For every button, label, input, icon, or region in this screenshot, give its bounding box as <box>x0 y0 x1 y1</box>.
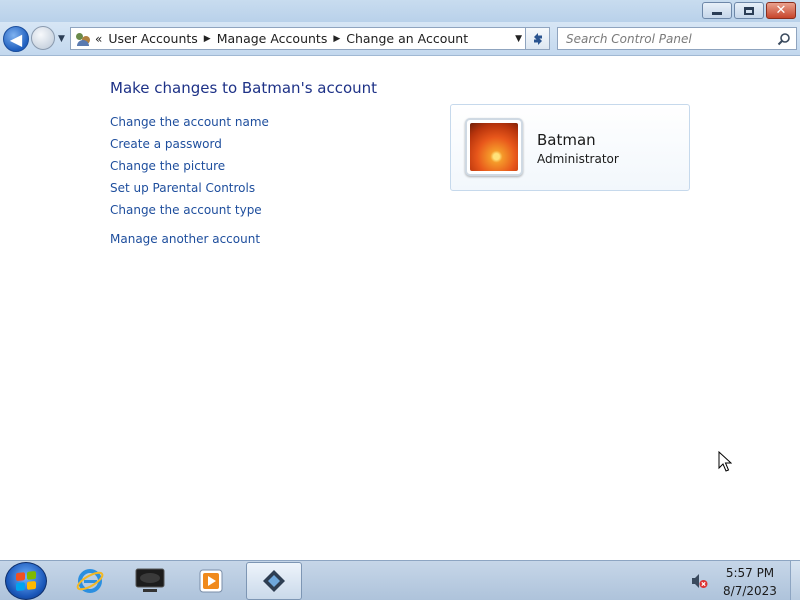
taskbar-internet-explorer[interactable] <box>62 562 118 600</box>
close-icon: ✕ <box>775 3 787 18</box>
change-account-type-link[interactable]: Change the account type <box>110 199 269 221</box>
account-name: Batman <box>537 131 596 149</box>
flower-picture-icon <box>470 123 518 171</box>
manage-another-account-link[interactable]: Manage another account <box>110 228 269 250</box>
internet-explorer-icon <box>76 569 104 593</box>
parental-controls-link[interactable]: Set up Parental Controls <box>110 177 269 199</box>
create-password-link[interactable]: Create a password <box>110 133 269 155</box>
recent-pages-button[interactable]: ▼ <box>58 34 65 44</box>
network-computer-icon <box>135 568 165 592</box>
taskbar-active-app[interactable] <box>246 562 302 600</box>
close-button[interactable]: ✕ <box>766 2 796 19</box>
navigation-bar: ◀ ▼ « User Accounts ▶ Manage Accounts ▶ … <box>0 22 800 56</box>
restore-icon <box>744 6 754 15</box>
forward-button[interactable] <box>31 26 55 50</box>
minimize-button[interactable] <box>702 2 732 19</box>
windows-logo-icon <box>16 570 36 592</box>
breadcrumb-separator-icon[interactable]: ▶ <box>204 34 211 44</box>
breadcrumb-overflow-button[interactable]: « <box>95 32 102 46</box>
breadcrumb-change-an-account[interactable]: Change an Account <box>346 31 468 46</box>
breadcrumb-user-accounts[interactable]: User Accounts <box>108 31 197 46</box>
content-pane: Make changes to Batman's account Change … <box>0 57 800 560</box>
change-account-name-link[interactable]: Change the account name <box>110 111 269 133</box>
breadcrumb-manage-accounts[interactable]: Manage Accounts <box>217 31 328 46</box>
account-tile: Batman Administrator <box>450 104 690 191</box>
clock-date[interactable]: 8/7/2023 <box>700 584 800 598</box>
address-bar[interactable]: « User Accounts ▶ Manage Accounts ▶ Chan… <box>70 27 526 50</box>
back-button[interactable]: ◀ <box>3 26 29 52</box>
account-picture <box>465 118 523 176</box>
taskbar-network-app[interactable] <box>122 562 178 600</box>
page-title: Make changes to Batman's account <box>110 79 378 97</box>
taskbar-media-player[interactable] <box>183 562 239 600</box>
window-title-bar: ✕ <box>0 0 800 22</box>
refresh-icon <box>533 32 542 45</box>
media-player-icon <box>199 569 223 593</box>
window-controls: ✕ <box>702 2 796 19</box>
task-list: Change the account name Create a passwor… <box>110 111 269 250</box>
search-icon[interactable] <box>777 32 791 46</box>
minimize-icon <box>712 11 722 15</box>
maximize-button[interactable] <box>734 2 764 19</box>
search-input[interactable] <box>566 31 771 46</box>
address-dropdown-icon[interactable]: ▼ <box>515 34 522 44</box>
user-accounts-icon <box>75 31 91 47</box>
start-button[interactable] <box>5 562 47 600</box>
back-arrow-icon: ◀ <box>9 29 23 49</box>
breadcrumb-separator-icon[interactable]: ▶ <box>333 34 340 44</box>
app-icon <box>263 570 285 592</box>
show-desktop-button[interactable] <box>790 561 800 600</box>
search-box[interactable] <box>557 27 797 50</box>
mouse-cursor-icon <box>718 451 732 472</box>
clock-time[interactable]: 5:57 PM <box>700 566 800 580</box>
taskbar: 5:57 PM 8/7/2023 <box>0 560 800 600</box>
account-type: Administrator <box>537 152 619 166</box>
refresh-button[interactable] <box>526 27 550 50</box>
change-picture-link[interactable]: Change the picture <box>110 155 269 177</box>
